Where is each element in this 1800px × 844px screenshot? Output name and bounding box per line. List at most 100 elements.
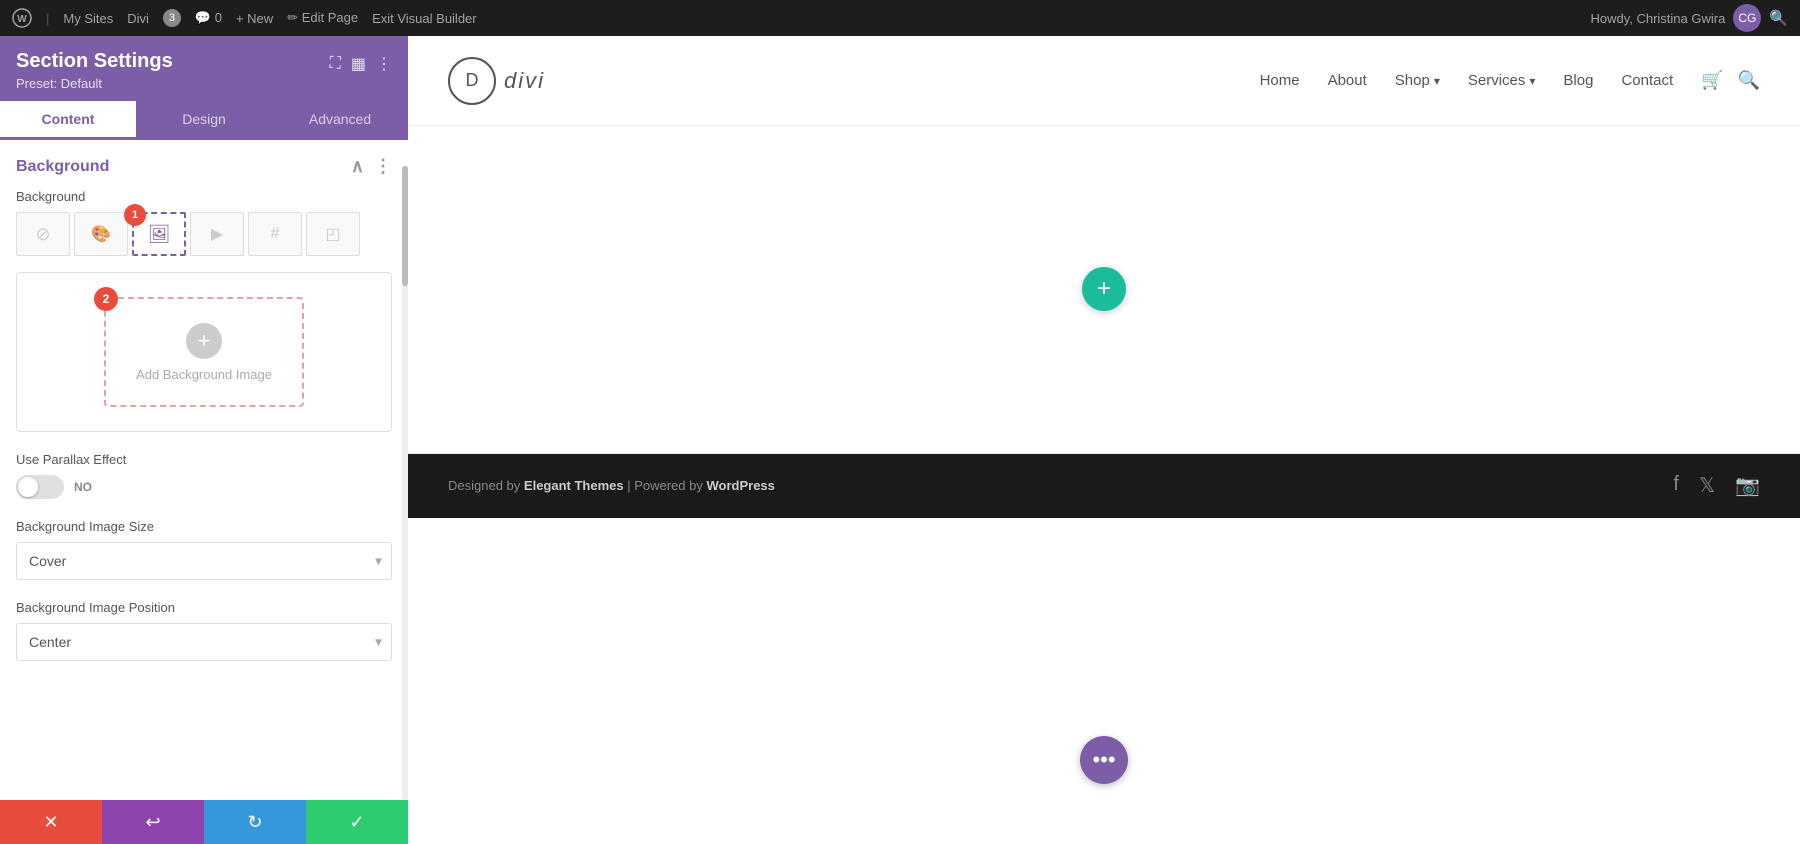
panel-tabs: Content Design Advanced bbox=[0, 101, 408, 140]
footer-social: f 𝕏 📷 bbox=[1673, 473, 1760, 498]
bg-video-icon: ▶ bbox=[211, 224, 223, 244]
nav-blog[interactable]: Blog bbox=[1563, 72, 1593, 89]
collapse-icon[interactable]: ∧ bbox=[351, 156, 364, 177]
elegant-themes: Elegant Themes bbox=[524, 478, 624, 493]
upload-placeholder[interactable]: 2 + Add Background Image bbox=[104, 297, 304, 407]
section-settings-panel: Section Settings Preset: Default ⛶ ▦ ⋮ C… bbox=[0, 36, 408, 844]
add-section-button[interactable]: + bbox=[1082, 267, 1126, 311]
ellipsis-icon: ••• bbox=[1092, 747, 1115, 773]
top-section: + bbox=[408, 126, 1800, 454]
facebook-icon[interactable]: f bbox=[1673, 473, 1679, 498]
bg-image-icon: 🖼 bbox=[148, 224, 171, 245]
nav-home[interactable]: Home bbox=[1260, 72, 1300, 89]
bg-type-image[interactable]: 1 🖼 bbox=[132, 212, 186, 256]
panel-header-left: Section Settings Preset: Default bbox=[16, 50, 173, 91]
bg-size-select-wrapper: Cover ▾ bbox=[16, 542, 392, 580]
parallax-toggle[interactable] bbox=[16, 475, 64, 499]
logo-text: divi bbox=[504, 68, 545, 94]
my-sites-link[interactable]: My Sites bbox=[63, 11, 113, 26]
svg-text:W: W bbox=[17, 14, 27, 25]
nav-shop[interactable]: Shop ▾ bbox=[1395, 72, 1440, 89]
section-more-icon[interactable]: ⋮ bbox=[374, 156, 392, 177]
tab-advanced[interactable]: Advanced bbox=[272, 101, 408, 140]
exit-builder-link[interactable]: Exit Visual Builder bbox=[372, 11, 477, 26]
bg-type-row: ⊘ 🎨 1 🖼 ▶ # ◰ bbox=[16, 212, 392, 256]
nav-about[interactable]: About bbox=[1328, 72, 1367, 89]
parallax-field: Use Parallax Effect NO bbox=[16, 452, 392, 499]
module-options-button[interactable]: ••• bbox=[1080, 736, 1128, 784]
more-options-icon[interactable]: ⋮ bbox=[376, 54, 392, 74]
tab-design[interactable]: Design bbox=[136, 101, 272, 140]
parallax-label: Use Parallax Effect bbox=[16, 452, 392, 467]
bg-size-select[interactable]: Cover bbox=[16, 542, 392, 580]
bg-type-mask[interactable]: ◰ bbox=[306, 212, 360, 256]
site-main: + Designed by Elegant Themes | Powered b… bbox=[408, 126, 1800, 844]
background-section: Background ∧ ⋮ Background ⊘ 🎨 bbox=[16, 156, 392, 661]
site-footer: Designed by Elegant Themes | Powered by … bbox=[408, 454, 1800, 518]
nav-icons: 🛒 🔍 bbox=[1701, 70, 1760, 91]
action-bar: ✕ ↩ ↻ ✓ bbox=[0, 800, 408, 844]
site-nav: Home About Shop ▾ Services ▾ Blog Contac… bbox=[1260, 70, 1760, 91]
background-title: Background bbox=[16, 158, 109, 176]
badge-1: 1 bbox=[124, 204, 146, 226]
background-section-label: Background ∧ ⋮ bbox=[16, 156, 392, 177]
instagram-icon[interactable]: 📷 bbox=[1735, 473, 1760, 498]
bg-position-select-wrapper: Center ▾ bbox=[16, 623, 392, 661]
panel-content: Background ∧ ⋮ Background ⊘ 🎨 bbox=[0, 140, 408, 800]
fullscreen-icon[interactable]: ⛶ bbox=[330, 55, 341, 73]
bg-position-label: Background Image Position bbox=[16, 600, 392, 615]
panel-header: Section Settings Preset: Default ⛶ ▦ ⋮ bbox=[0, 36, 408, 101]
bg-color-icon: 🎨 bbox=[91, 224, 111, 244]
search-icon[interactable]: 🔍 bbox=[1738, 70, 1760, 91]
new-link[interactable]: + New bbox=[236, 11, 273, 26]
grid-icon[interactable]: ▦ bbox=[351, 54, 366, 74]
twitter-icon[interactable]: 𝕏 bbox=[1699, 473, 1715, 498]
cancel-button[interactable]: ✕ bbox=[0, 800, 102, 844]
panel-header-icons: ⛶ ▦ ⋮ bbox=[330, 54, 392, 74]
search-icon[interactable]: 🔍 bbox=[1769, 9, 1788, 27]
divi-link[interactable]: Divi bbox=[127, 11, 149, 26]
tab-content[interactable]: Content bbox=[0, 101, 136, 140]
edit-page-link[interactable]: ✏ Edit Page bbox=[287, 10, 358, 26]
admin-sep: | bbox=[46, 11, 49, 26]
bg-size-field: Background Image Size Cover ▾ bbox=[16, 519, 392, 580]
badge-2: 2 bbox=[94, 287, 118, 311]
comments-link[interactable]: 💬 0 bbox=[195, 10, 222, 26]
bg-mask-icon: ◰ bbox=[325, 224, 340, 244]
parallax-value: NO bbox=[74, 480, 92, 494]
bg-type-pattern[interactable]: # bbox=[248, 212, 302, 256]
logo-circle: D bbox=[448, 57, 496, 105]
powered-by: | Powered by bbox=[627, 478, 706, 493]
bg-position-field: Background Image Position Center ▾ bbox=[16, 600, 392, 661]
services-dropdown-icon: ▾ bbox=[1529, 74, 1535, 88]
bg-size-label: Background Image Size bbox=[16, 519, 392, 534]
redo-button[interactable]: ↻ bbox=[204, 800, 306, 844]
upload-text: Add Background Image bbox=[136, 367, 272, 382]
image-upload-area: 2 + Add Background Image bbox=[16, 272, 392, 432]
save-button[interactable]: ✓ bbox=[306, 800, 408, 844]
bottom-section: ••• bbox=[408, 518, 1800, 844]
nav-services[interactable]: Services ▾ bbox=[1468, 72, 1536, 89]
site-preview: D divi Home About Shop ▾ Services ▾ Blog… bbox=[408, 36, 1800, 844]
nav-contact[interactable]: Contact bbox=[1621, 72, 1673, 89]
site-logo[interactable]: D divi bbox=[448, 57, 545, 105]
preset-selector[interactable]: Preset: Default bbox=[16, 76, 173, 91]
undo-button[interactable]: ↩ bbox=[102, 800, 204, 844]
wordpress: WordPress bbox=[707, 478, 775, 493]
main-layout: Section Settings Preset: Default ⛶ ▦ ⋮ C… bbox=[0, 36, 1800, 844]
wp-logo-icon: W bbox=[12, 8, 32, 28]
toggle-knob bbox=[18, 477, 38, 497]
site-header: D divi Home About Shop ▾ Services ▾ Blog… bbox=[408, 36, 1800, 126]
parallax-toggle-row: NO bbox=[16, 475, 392, 499]
update-counter[interactable]: 3 bbox=[163, 9, 181, 27]
bg-type-none[interactable]: ⊘ bbox=[16, 212, 70, 256]
bg-type-video[interactable]: ▶ bbox=[190, 212, 244, 256]
bg-pattern-icon: # bbox=[271, 225, 280, 243]
footer-text: Designed by Elegant Themes | Powered by … bbox=[448, 478, 775, 493]
designed-by: Designed by bbox=[448, 478, 520, 493]
bg-position-select[interactable]: Center bbox=[16, 623, 392, 661]
panel-title: Section Settings bbox=[16, 50, 173, 73]
bg-type-color[interactable]: 🎨 bbox=[74, 212, 128, 256]
cart-icon[interactable]: 🛒 bbox=[1701, 70, 1723, 91]
user-avatar: CG bbox=[1733, 4, 1761, 32]
